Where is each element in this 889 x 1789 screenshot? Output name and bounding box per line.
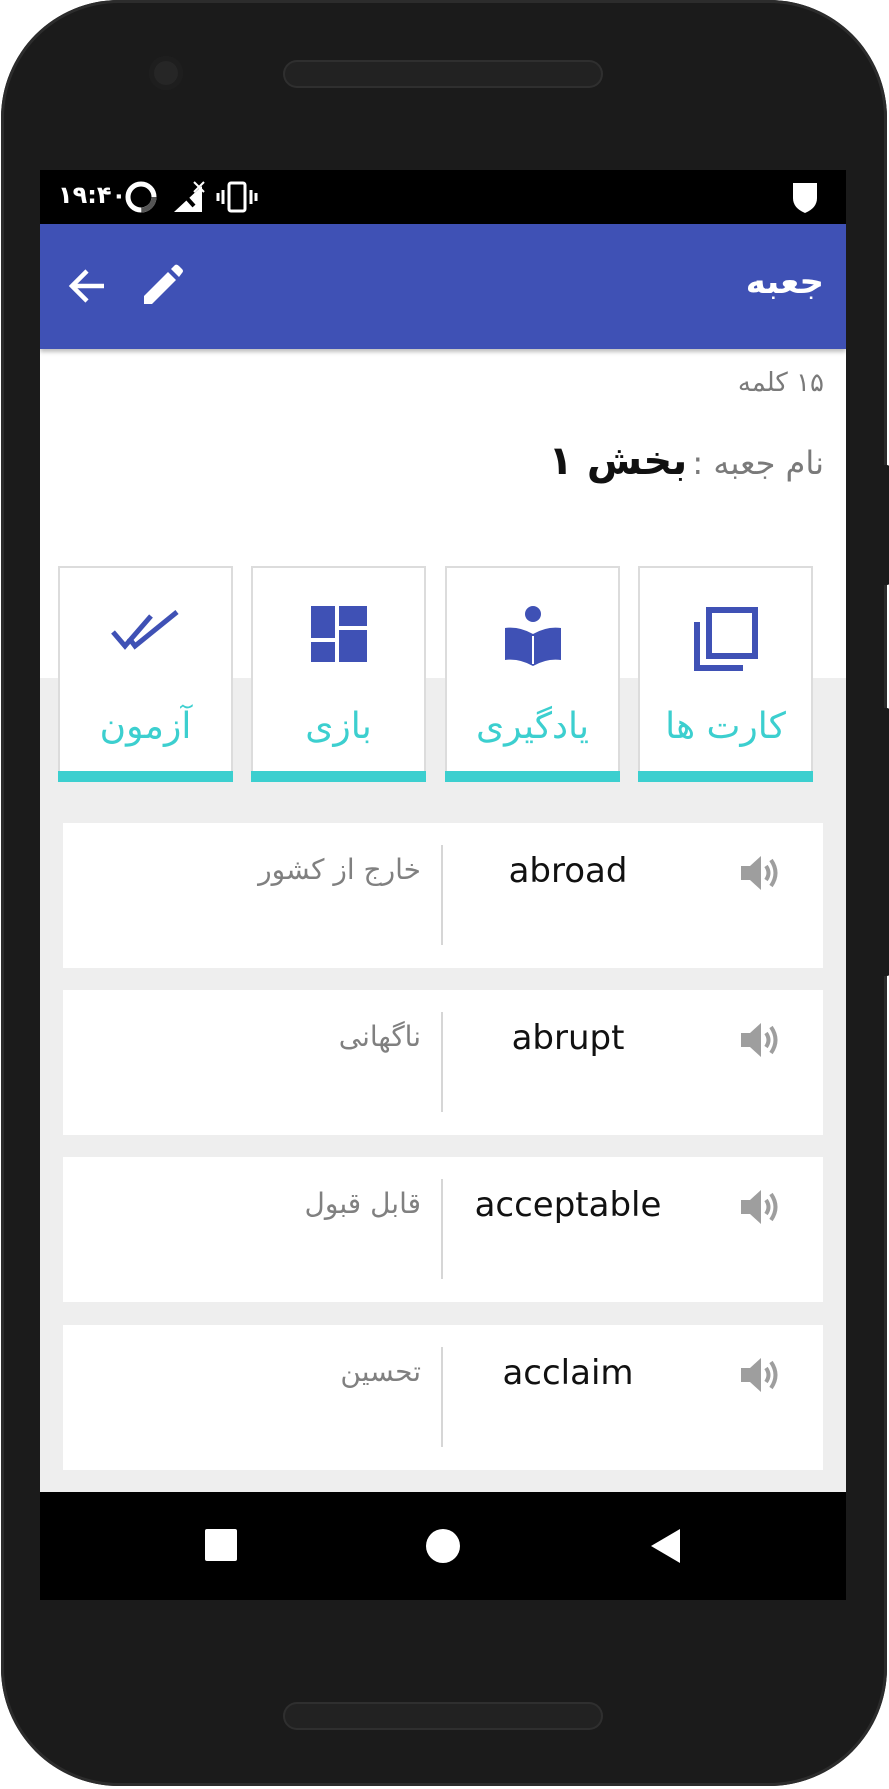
word-text: acclaim	[502, 1353, 634, 1393]
shield-icon	[793, 183, 817, 213]
home-icon[interactable]	[425, 1528, 461, 1564]
navigation-bar	[40, 1492, 846, 1600]
word-text: acceptable	[474, 1185, 662, 1225]
quiz-label: آزمون	[99, 706, 192, 747]
recents-icon[interactable]	[204, 1528, 238, 1562]
word-meaning: تحسین	[340, 1355, 421, 1388]
word-meaning: ناگهانی	[338, 1020, 421, 1053]
quiz-accent-bar	[58, 771, 233, 782]
word-count: ۱۵ کلمه	[737, 368, 824, 398]
word-text: abroad	[508, 851, 628, 891]
phone-frame: ۱۹:۴۰ جعبه ۱۵ کلمه نام جعبه: بخش ۱ آزمو…	[1, 0, 889, 1786]
dashboard-icon	[310, 606, 367, 662]
no-signal-icon	[174, 181, 205, 212]
game-label: بازی	[305, 706, 372, 747]
loading-icon	[125, 181, 157, 213]
screen: ۱۹:۴۰ جعبه ۱۵ کلمه نام جعبه: بخش ۱ آزمو…	[40, 170, 846, 1600]
learn-accent-bar	[445, 771, 620, 782]
power-button	[880, 465, 889, 585]
word-row[interactable]: خارج از کشور abroad	[63, 823, 823, 968]
arrow-back-icon[interactable]	[66, 264, 110, 308]
bottom-speaker-grille	[283, 1702, 603, 1730]
box-name-label: نام جعبه :	[692, 444, 824, 482]
cards-icon	[693, 607, 758, 671]
word-text: abrupt	[511, 1018, 625, 1058]
app-bar: جعبه	[40, 224, 846, 349]
back-nav-icon[interactable]	[650, 1528, 682, 1564]
speaker-icon[interactable]	[739, 1187, 783, 1227]
quiz-button[interactable]: آزمون	[58, 566, 233, 782]
word-row[interactable]: قابل قبول acceptable	[63, 1157, 823, 1302]
learn-label: یادگیری	[475, 706, 590, 747]
top-speaker-grille	[283, 60, 603, 88]
word-row[interactable]: ناگهانی abrupt	[63, 990, 823, 1135]
vibrate-icon	[216, 181, 258, 213]
volume-button	[880, 708, 889, 976]
game-accent-bar	[251, 771, 426, 782]
word-row[interactable]: تحسین acclaim	[63, 1325, 823, 1470]
word-meaning: خارج از کشور	[258, 853, 421, 886]
double-check-icon	[110, 610, 179, 650]
game-button[interactable]: بازی	[251, 566, 426, 782]
page-title: جعبه	[745, 262, 824, 302]
status-bar: ۱۹:۴۰	[40, 170, 846, 224]
word-meaning: قابل قبول	[304, 1187, 421, 1220]
reading-icon	[504, 606, 561, 666]
pencil-icon[interactable]	[140, 264, 184, 308]
cards-button[interactable]: کارت ها	[638, 566, 813, 782]
box-name-value: بخش ۱	[548, 438, 688, 484]
cards-label: کارت ها	[665, 706, 786, 747]
status-time: ۱۹:۴۰	[58, 181, 127, 209]
speaker-icon[interactable]	[739, 1355, 783, 1395]
front-camera	[149, 56, 183, 90]
speaker-icon[interactable]	[739, 853, 783, 893]
learn-button[interactable]: یادگیری	[445, 566, 620, 782]
speaker-icon[interactable]	[739, 1020, 783, 1060]
box-name: نام جعبه : بخش ۱	[549, 438, 824, 484]
cards-accent-bar	[638, 771, 813, 782]
